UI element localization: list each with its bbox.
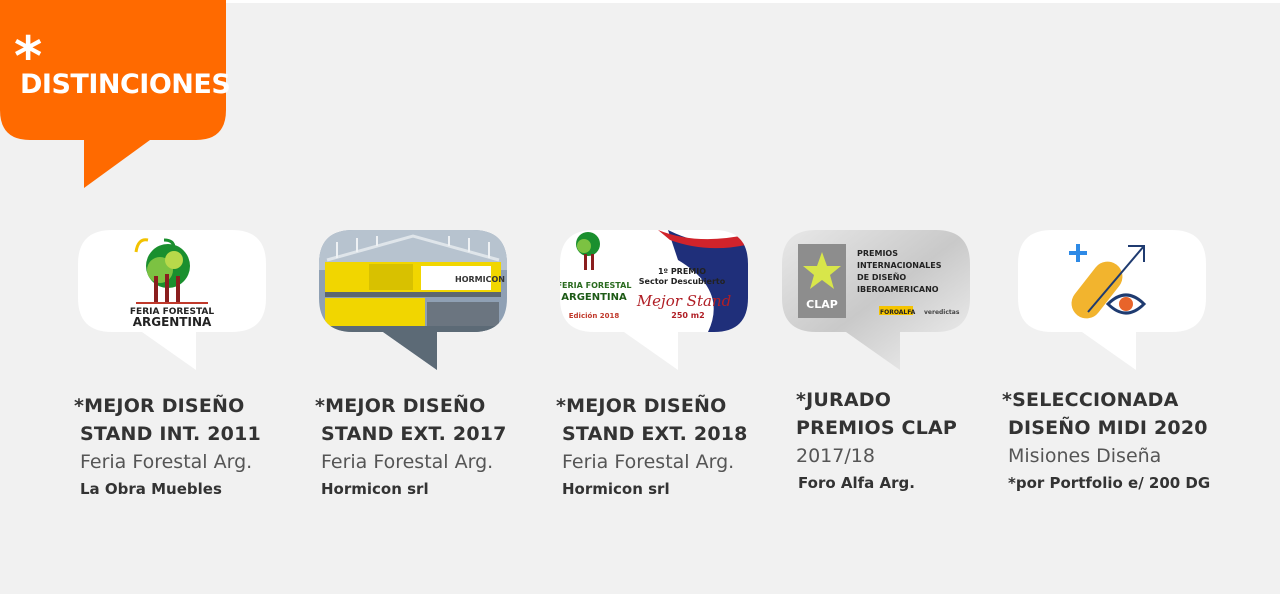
award-client: Hormicon srl — [321, 480, 429, 498]
award-card-2: HORMICON *MEJOR DISEÑO STAND EXT. 2017 F… — [315, 230, 549, 530]
award-photo-bubble: HORMICON — [319, 230, 507, 370]
award-title-line2: DISEÑO MIDI 2020 — [1008, 417, 1208, 439]
clap-line4: IBEROAMERICANO — [857, 285, 939, 294]
stand-label: Mejor Stand — [636, 292, 731, 310]
award-title-line1: *MEJOR DISEÑO — [556, 395, 727, 417]
award-text-4: *JURADO PREMIOS CLAP 2017/18 Foro Alfa A… — [796, 386, 957, 496]
partner-veredictas: veredictas — [924, 309, 960, 316]
award-card-5: *SELECCIONADA DISEÑO MIDI 2020 Misiones … — [1002, 230, 1248, 530]
clap-name: CLAP — [806, 298, 838, 311]
award-title-line2: STAND EXT. 2017 — [321, 423, 507, 445]
award-event: Feria Forestal Arg. — [321, 451, 494, 473]
award-event: Feria Forestal Arg. — [562, 451, 735, 473]
award-logo-bubble: CLAP PREMIOS INTERNACIONALES DE DISEÑO I… — [782, 230, 970, 370]
award-title-line1: *SELECCIONADA — [1002, 389, 1179, 411]
clap-line2: INTERNACIONALES — [857, 261, 942, 270]
logo-line1: FERIA FORESTAL — [557, 281, 632, 290]
area-label: 250 m2 — [671, 311, 704, 320]
award-logo-bubble: FERIA FORESTAL ARGENTINA — [78, 230, 266, 370]
award-title-line1: *JURADO — [796, 389, 892, 411]
clap-line3: DE DISEÑO — [857, 272, 906, 282]
clap-line1: PREMIOS — [857, 249, 898, 258]
award-text-5: *SELECCIONADA DISEÑO MIDI 2020 Misiones … — [1002, 386, 1210, 496]
award-client: Hormicon srl — [562, 480, 670, 498]
logo-line2: ARGENTINA — [561, 292, 627, 303]
brand-sign: HORMICON — [455, 275, 505, 284]
award-text-1: *MEJOR DISEÑO STAND INT. 2011 Feria Fore… — [74, 392, 261, 502]
award-text-2: *MEJOR DISEÑO STAND EXT. 2017 Feria Fore… — [315, 392, 507, 502]
award-title-line1: *MEJOR DISEÑO — [315, 395, 486, 417]
award-event: Feria Forestal Arg. — [80, 451, 253, 473]
award-title-line2: STAND EXT. 2018 — [562, 423, 748, 445]
award-card-3: FERIA FORESTAL ARGENTINA Edición 2018 1º… — [556, 230, 790, 530]
award-card-1: FERIA FORESTAL ARGENTINA *MEJOR DISEÑO S… — [74, 230, 308, 530]
partner-foroalfa: FOROALFA — [880, 309, 916, 316]
award-client: Foro Alfa Arg. — [798, 474, 915, 492]
award-logo-bubble — [1018, 230, 1206, 370]
award-card-4: CLAP PREMIOS INTERNACIONALES DE DISEÑO I… — [780, 230, 1012, 530]
award-title-line2: STAND INT. 2011 — [80, 423, 261, 445]
section-title: DISTINCIONES — [20, 69, 231, 100]
sector-label: Sector Descubierto — [639, 277, 726, 286]
section-header: * DISTINCIONES — [0, 0, 231, 190]
award-logo-bubble: FERIA FORESTAL ARGENTINA Edición 2018 1º… — [557, 230, 748, 370]
award-client: La Obra Muebles — [80, 480, 222, 498]
award-event: 2017/18 — [796, 445, 875, 467]
logo-edition: Edición 2018 — [569, 312, 620, 320]
stand-photo: HORMICON — [319, 230, 507, 370]
award-text-3: *MEJOR DISEÑO STAND EXT. 2018 Feria Fore… — [556, 392, 748, 502]
award-client: *por Portfolio e/ 200 DG — [1008, 474, 1211, 492]
logo-line2: ARGENTINA — [133, 315, 212, 329]
prize-label: 1º PREMIO — [658, 267, 706, 276]
award-title-line2: PREMIOS CLAP — [796, 417, 958, 439]
award-title-line1: *MEJOR DISEÑO — [74, 395, 245, 417]
award-event: Misiones Diseña — [1008, 445, 1162, 467]
